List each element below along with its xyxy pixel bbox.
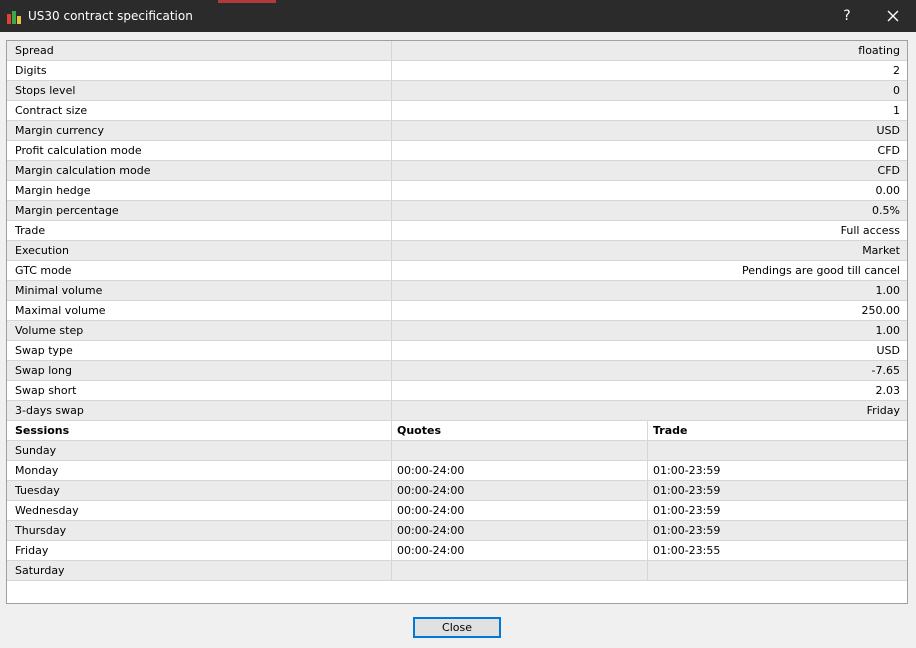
session-day: Tuesday [7, 481, 392, 500]
spec-name: Swap type [7, 341, 392, 360]
spec-name: Profit calculation mode [7, 141, 392, 160]
spec-row[interactable]: Margin hedge 0.00 [7, 181, 907, 201]
spec-value: CFD [877, 164, 900, 177]
session-row[interactable]: Thursday 00:00-24:00 01:00-23:59 [7, 521, 907, 541]
spec-row[interactable]: Swap short 2.03 [7, 381, 907, 401]
session-quotes [392, 441, 648, 460]
help-button[interactable]: ? [824, 0, 870, 32]
spec-row[interactable]: Execution Market [7, 241, 907, 261]
spec-value: USD [876, 124, 900, 137]
session-quotes: 00:00-24:00 [392, 541, 648, 560]
spec-row[interactable]: Margin calculation mode CFD [7, 161, 907, 181]
session-trade [648, 561, 907, 580]
title-bar: US30 contract specification ? [0, 0, 916, 32]
session-quotes: 00:00-24:00 [392, 521, 648, 540]
session-trade: 01:00-23:59 [653, 464, 721, 477]
spec-name: Volume step [7, 321, 392, 340]
spec-name: Stops level [7, 81, 392, 100]
spec-value: USD [876, 344, 900, 357]
spec-name: Minimal volume [7, 281, 392, 300]
contract-spec-icon [7, 11, 21, 24]
spec-row[interactable]: Minimal volume 1.00 [7, 281, 907, 301]
spec-value: 2.03 [875, 384, 901, 397]
spec-name: GTC mode [7, 261, 392, 280]
sessions-header: Sessions [7, 421, 392, 440]
spec-value: -7.65 [871, 364, 900, 377]
session-trade: 01:00-23:59 [653, 524, 721, 537]
spec-value: floating [858, 44, 900, 57]
session-day: Monday [7, 461, 392, 480]
spec-name: Contract size [7, 101, 392, 120]
spec-value: 1.00 [875, 284, 901, 297]
spec-row[interactable]: GTC mode Pendings are good till cancel [7, 261, 907, 281]
spec-name: 3-days swap [7, 401, 392, 420]
spec-value: 0.00 [875, 184, 901, 197]
session-day: Wednesday [7, 501, 392, 520]
spec-name: Margin hedge [7, 181, 392, 200]
spec-row[interactable]: Maximal volume 250.00 [7, 301, 907, 321]
session-trade: 01:00-23:59 [653, 504, 721, 517]
spec-row[interactable]: Trade Full access [7, 221, 907, 241]
window-close-button[interactable] [870, 0, 916, 32]
session-day: Saturday [7, 561, 392, 580]
spec-row[interactable]: Margin percentage 0.5% [7, 201, 907, 221]
session-quotes: 00:00-24:00 [392, 501, 648, 520]
spec-name: Margin calculation mode [7, 161, 392, 180]
spec-value: Friday [866, 404, 900, 417]
trade-header: Trade [653, 424, 688, 437]
session-row[interactable]: Saturday [7, 561, 907, 581]
title-bar-accent [218, 0, 276, 3]
session-trade [648, 441, 907, 460]
session-day: Sunday [7, 441, 392, 460]
session-day: Thursday [7, 521, 392, 540]
window-title: US30 contract specification [28, 9, 193, 23]
spec-value: 1 [893, 104, 900, 117]
spec-name: Maximal volume [7, 301, 392, 320]
spec-name: Trade [7, 221, 392, 240]
spec-value: 0 [893, 84, 900, 97]
spec-name: Margin currency [7, 121, 392, 140]
close-button[interactable]: Close [413, 617, 501, 638]
spec-row[interactable]: Stops level 0 [7, 81, 907, 101]
session-row[interactable]: Monday 00:00-24:00 01:00-23:59 [7, 461, 907, 481]
close-icon [887, 10, 899, 22]
spec-name: Execution [7, 241, 392, 260]
spec-row[interactable]: Swap long -7.65 [7, 361, 907, 381]
session-trade: 01:00-23:59 [653, 484, 721, 497]
session-quotes: 00:00-24:00 [392, 461, 648, 480]
specification-table: Spread floating Digits 2 Stops level 0 Contrac… [6, 40, 908, 604]
session-quotes [392, 561, 648, 580]
spec-name: Digits [7, 61, 392, 80]
spec-name: Spread [7, 41, 392, 60]
spec-row[interactable]: Spread floating [7, 41, 907, 61]
session-day: Friday [7, 541, 392, 560]
session-quotes: 00:00-24:00 [392, 481, 648, 500]
spec-value: 250.00 [861, 304, 901, 317]
session-trade: 01:00-23:55 [653, 544, 721, 557]
spec-value: 1.00 [875, 324, 901, 337]
spec-row[interactable]: Digits 2 [7, 61, 907, 81]
session-row[interactable]: Friday 00:00-24:00 01:00-23:55 [7, 541, 907, 561]
spec-value: Market [862, 244, 900, 257]
spec-value: 0.5% [872, 204, 900, 217]
spec-value: Pendings are good till cancel [741, 264, 900, 277]
spec-row[interactable]: Margin currency USD [7, 121, 907, 141]
spec-name: Margin percentage [7, 201, 392, 220]
quotes-header: Quotes [392, 421, 648, 440]
spec-value: 2 [893, 64, 900, 77]
spec-row[interactable]: Volume step 1.00 [7, 321, 907, 341]
spec-row[interactable]: Swap type USD [7, 341, 907, 361]
spec-name: Swap short [7, 381, 392, 400]
spec-row[interactable]: 3-days swap Friday [7, 401, 907, 421]
session-row[interactable]: Tuesday 00:00-24:00 01:00-23:59 [7, 481, 907, 501]
session-row[interactable]: Wednesday 00:00-24:00 01:00-23:59 [7, 501, 907, 521]
spec-value: Full access [840, 224, 900, 237]
spec-row[interactable]: Contract size 1 [7, 101, 907, 121]
spec-name: Swap long [7, 361, 392, 380]
spec-row[interactable]: Profit calculation mode CFD [7, 141, 907, 161]
spec-value: CFD [877, 144, 900, 157]
sessions-header-row: Sessions Quotes Trade [7, 421, 907, 441]
session-row[interactable]: Sunday [7, 441, 907, 461]
